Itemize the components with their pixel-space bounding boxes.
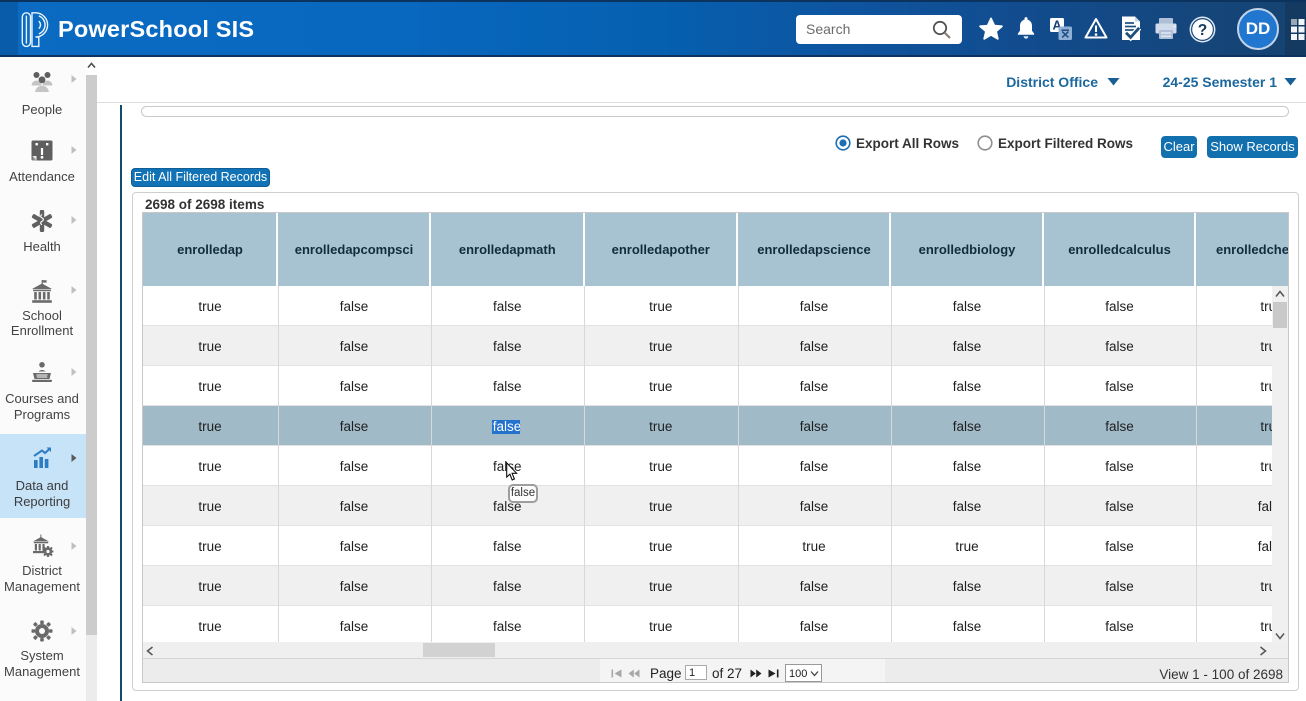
svg-text:?: ? <box>1198 22 1207 39</box>
